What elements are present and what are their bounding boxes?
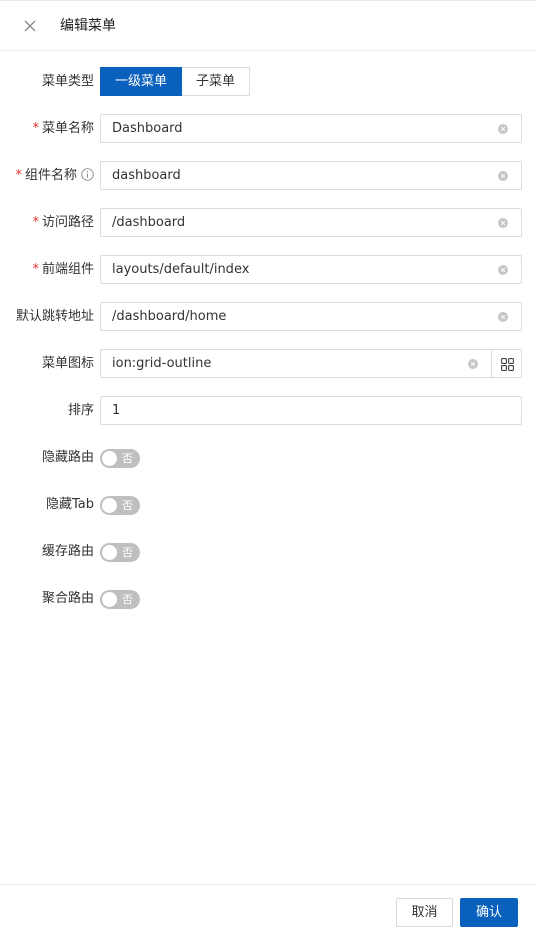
hide-tab-switch[interactable]: 否: [100, 496, 140, 515]
default-redirect-row: 默认跳转地址 /dashboard/home: [0, 302, 536, 331]
aggregate-route-row: 聚合路由 否: [0, 584, 536, 613]
menu-icon-row: 菜单图标 ion:grid-outline: [0, 349, 536, 378]
menu-icon-value: ion:grid-outline: [112, 356, 212, 371]
menu-icon-label: 菜单图标: [41, 356, 94, 371]
aggregate-route-label: 聚合路由: [41, 591, 94, 606]
hide-route-row: 隐藏路由 否: [0, 443, 536, 472]
close-icon: [24, 20, 36, 32]
menu-name-value: Dashboard: [112, 121, 183, 136]
required-mark: *: [32, 215, 39, 230]
menu-icon-input[interactable]: ion:grid-outline: [100, 349, 492, 378]
cancel-button[interactable]: 取消: [396, 898, 453, 927]
switch-knob: [102, 498, 117, 513]
frontend-component-label: * 前端组件: [32, 262, 94, 277]
clear-icon[interactable]: [498, 265, 508, 275]
menu-type-segmented: 一级菜单 子菜单: [100, 67, 251, 96]
default-redirect-label: 默认跳转地址: [15, 309, 94, 324]
hide-route-label: 隐藏路由: [41, 450, 94, 465]
frontend-component-input[interactable]: layouts/default/index: [100, 255, 522, 284]
access-path-value: /dashboard: [112, 215, 186, 230]
drawer-title: 编辑菜单: [60, 18, 116, 34]
switch-state-text: 否: [122, 593, 133, 606]
switch-knob: [102, 545, 117, 560]
menu-type-option-top-level[interactable]: 一级菜单: [100, 67, 183, 96]
confirm-button[interactable]: 确认: [460, 898, 518, 927]
clear-icon[interactable]: [468, 359, 478, 369]
info-circle-icon[interactable]: [81, 168, 94, 181]
menu-type-row: 菜单类型 一级菜单 子菜单: [0, 67, 536, 96]
drawer-header: 编辑菜单: [0, 1, 536, 51]
component-name-value: dashboard: [112, 168, 181, 183]
menu-name-row: * 菜单名称 Dashboard: [0, 114, 536, 143]
icon-picker-button[interactable]: [491, 349, 522, 378]
required-mark: *: [15, 168, 22, 183]
component-name-row: * 组件名称 dashboard: [0, 161, 536, 190]
menu-name-label: * 菜单名称: [32, 121, 94, 136]
required-mark: *: [32, 121, 39, 136]
cache-route-switch[interactable]: 否: [100, 543, 140, 562]
aggregate-route-switch[interactable]: 否: [100, 590, 140, 609]
menu-name-input[interactable]: Dashboard: [100, 114, 522, 143]
drawer-footer: 取消 确认: [0, 884, 536, 938]
cache-route-row: 缓存路由 否: [0, 537, 536, 566]
clear-icon[interactable]: [498, 218, 508, 228]
clear-icon[interactable]: [498, 312, 508, 322]
hide-tab-row: 隐藏Tab 否: [0, 490, 536, 519]
hide-tab-label: 隐藏Tab: [45, 497, 94, 512]
clear-icon[interactable]: [498, 171, 508, 181]
default-redirect-value: /dashboard/home: [112, 309, 227, 324]
sort-input[interactable]: 1: [100, 396, 522, 425]
component-name-input[interactable]: dashboard: [100, 161, 522, 190]
sort-row: 排序 1: [0, 396, 536, 425]
sort-value: 1: [112, 403, 121, 418]
switch-knob: [102, 592, 117, 607]
cache-route-label: 缓存路由: [41, 544, 94, 559]
hide-route-switch[interactable]: 否: [100, 449, 140, 468]
access-path-label: * 访问路径: [32, 215, 94, 230]
menu-type-label: 菜单类型: [41, 74, 94, 89]
grid-icon: [501, 358, 514, 371]
switch-state-text: 否: [122, 452, 133, 465]
default-redirect-input[interactable]: /dashboard/home: [100, 302, 522, 331]
access-path-input[interactable]: /dashboard: [100, 208, 522, 237]
switch-state-text: 否: [122, 546, 133, 559]
close-button[interactable]: [20, 16, 40, 36]
sort-label: 排序: [67, 403, 94, 418]
switch-knob: [102, 451, 117, 466]
menu-type-option-submenu[interactable]: 子菜单: [182, 67, 251, 96]
clear-icon[interactable]: [498, 124, 508, 134]
access-path-row: * 访问路径 /dashboard: [0, 208, 536, 237]
component-name-label: * 组件名称: [15, 161, 94, 190]
required-mark: *: [32, 262, 39, 277]
frontend-component-value: layouts/default/index: [112, 262, 250, 277]
frontend-component-row: * 前端组件 layouts/default/index: [0, 255, 536, 284]
switch-state-text: 否: [122, 499, 133, 512]
